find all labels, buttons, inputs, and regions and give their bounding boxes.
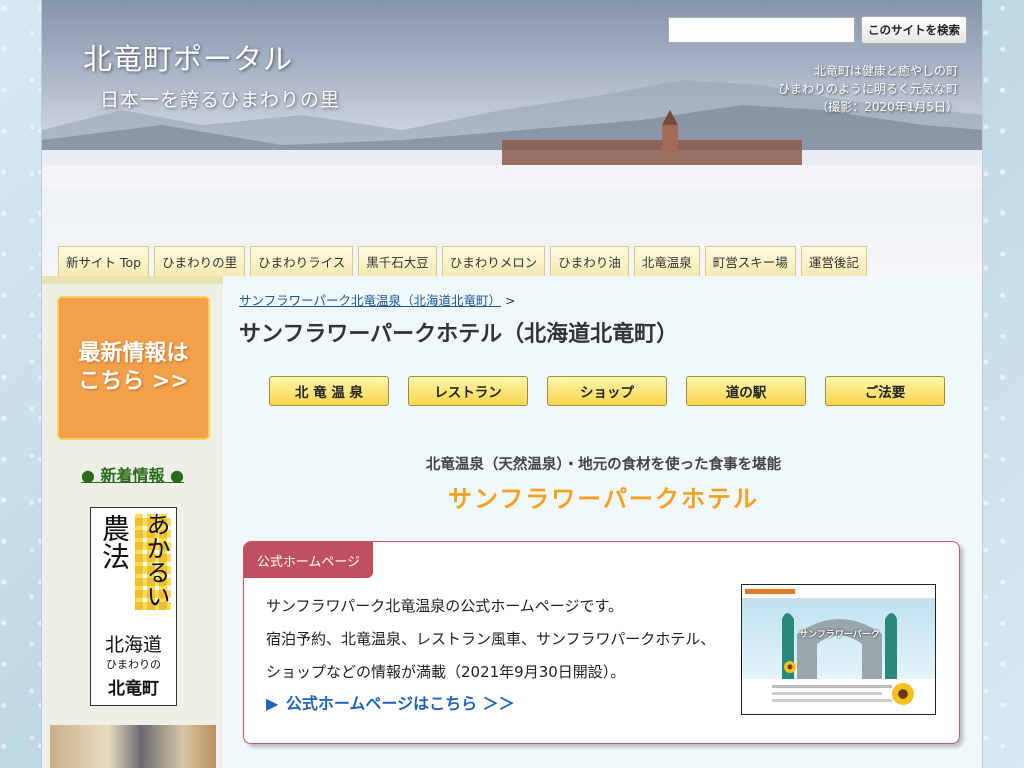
tagline-line: ひまわりのように明るく元気な町 <box>777 82 958 96</box>
hotel-tagline: 北竜温泉（天然温泉）・地元の食材を使った食事を堪能 <box>425 457 782 473</box>
nav-item-black-soybean[interactable]: 黒千石大豆 <box>358 246 437 276</box>
thumb-hero: サンフラワーパーク <box>742 599 935 679</box>
news-heading-link[interactable]: ● 新着情報 ● <box>42 462 223 486</box>
nav-item-sunflower-melon[interactable]: ひまわりメロン <box>441 246 546 276</box>
farm-law-top-text: あかるい <box>142 512 170 608</box>
nav-item-sunflower-village[interactable]: ひまわりの里 <box>154 246 246 276</box>
farm-law-region: 北海道 <box>104 634 162 656</box>
nav-item-new-site-top[interactable]: 新サイト Top <box>58 246 150 276</box>
thumb-text-line <box>772 692 882 695</box>
nav-item-sunflower-rice[interactable]: ひまわりライス <box>250 246 354 276</box>
thumb-text-line <box>772 699 892 702</box>
card-tab-label: 公式ホームページ <box>244 542 373 578</box>
page-title: サンフラワーパークホテル（北海道北竜町） <box>239 322 679 347</box>
main-navigation: 新サイト Top ひまわりの里 ひまわりライス 黒千石大豆 ひまわりメロン ひま… <box>58 246 867 276</box>
tagline-line: （撮影：2020年1月5日） <box>816 100 958 114</box>
card-text-line: 宿泊予約、北竜温泉、レストラン風車、サンフラワパークホテル、ショップなどの情報が… <box>266 630 716 681</box>
subnav-hokuryu-onsen-button[interactable]: 北 竜 温 泉 <box>269 376 389 406</box>
card-description: サンフラワパーク北竜温泉の公式ホームページです。 宿泊予約、北竜温泉、レストラン… <box>266 590 716 689</box>
page-wrapper: 北竜町ポータル 日本一を誇るひまわりの里 このサイトを検索 北竜町は健康と癒やし… <box>41 0 983 768</box>
site-header: 北竜町ポータル 日本一を誇るひまわりの里 このサイトを検索 北竜町は健康と癒やし… <box>42 0 982 276</box>
hotel-name-heading: サンフラワーパークホテル <box>447 485 760 513</box>
breadcrumb: サンフラワーパーク北竜温泉（北海道北竜町） > <box>239 290 515 309</box>
latest-banner-line: 最新情報は <box>78 341 189 366</box>
site-title[interactable]: 北竜町ポータル <box>83 36 293 78</box>
breadcrumb-link[interactable]: サンフラワーパーク北竜温泉（北海道北竜町） <box>239 293 501 308</box>
search-input[interactable] <box>668 17 855 43</box>
thumb-body <box>742 679 935 714</box>
subnav-restaurant-button[interactable]: レストラン <box>408 376 528 406</box>
sidebar: 最新情報は こちら >> ● 新着情報 ● あかるい 農法 北海道 ひまわりの … <box>42 276 223 768</box>
triangle-right-icon: ▶ <box>266 694 279 713</box>
card-text-line: サンフラワパーク北竜温泉の公式ホームページです。 <box>266 597 624 615</box>
nav-item-hokuryu-onsen[interactable]: 北竜温泉 <box>633 246 700 276</box>
official-site-link[interactable]: ▶ 公式ホームページはこちら ＞＞ <box>266 690 515 714</box>
official-site-card: 公式ホームページ サンフラワパーク北竜温泉の公式ホームページです。 宿泊予約、北… <box>243 541 960 744</box>
sunflower-icon <box>892 683 914 705</box>
official-site-link-label: 公式ホームページはこちら ＞＞ <box>285 694 515 713</box>
search-button[interactable]: このサイトを検索 <box>861 16 967 44</box>
subnav-shop-button[interactable]: ショップ <box>547 376 667 406</box>
tagline-line: 北竜町は健康と癒やしの町 <box>813 64 958 78</box>
nav-item-ski-area[interactable]: 町営スキー場 <box>704 246 796 276</box>
main-content: サンフラワーパーク北竜温泉（北海道北竜町） > サンフラワーパークホテル（北海道… <box>223 276 982 768</box>
thumb-caption: サンフラワーパーク <box>799 630 880 640</box>
sidebar-photo[interactable] <box>50 725 216 768</box>
header-tagline: 北竜町は健康と癒やしの町 ひまわりのように明るく元気な町 （撮影：2020年1月… <box>778 62 958 116</box>
thumb-topbar <box>742 585 935 599</box>
latest-banner-line: こちら >> <box>78 369 189 394</box>
farm-law-left-text: 農法 <box>98 514 131 570</box>
thumb-text-line <box>772 685 892 688</box>
subnav-roadside-station-button[interactable]: 道の駅 <box>686 376 806 406</box>
breadcrumb-separator: > <box>505 293 516 308</box>
thumb-logo-mark <box>745 589 795 594</box>
farm-law-town: 北竜町 <box>108 679 159 699</box>
official-site-thumbnail[interactable]: サンフラワーパーク <box>741 584 936 715</box>
sub-navigation: 北 竜 温 泉 レストラン ショップ 道の駅 ご法要 <box>269 376 945 406</box>
nav-item-sunflower-oil[interactable]: ひまわり油 <box>550 246 629 276</box>
site-subtitle: 日本一を誇るひまわりの里 <box>100 89 341 111</box>
nav-item-admin-notes[interactable]: 運営後記 <box>800 246 867 276</box>
farm-law-sub: ひまわりの <box>106 658 161 671</box>
farm-law-banner[interactable]: あかるい 農法 北海道 ひまわりの 北竜町 <box>90 507 177 706</box>
subnav-memorial-service-button[interactable]: ご法要 <box>825 376 945 406</box>
latest-info-banner[interactable]: 最新情報は こちら >> <box>57 296 210 440</box>
